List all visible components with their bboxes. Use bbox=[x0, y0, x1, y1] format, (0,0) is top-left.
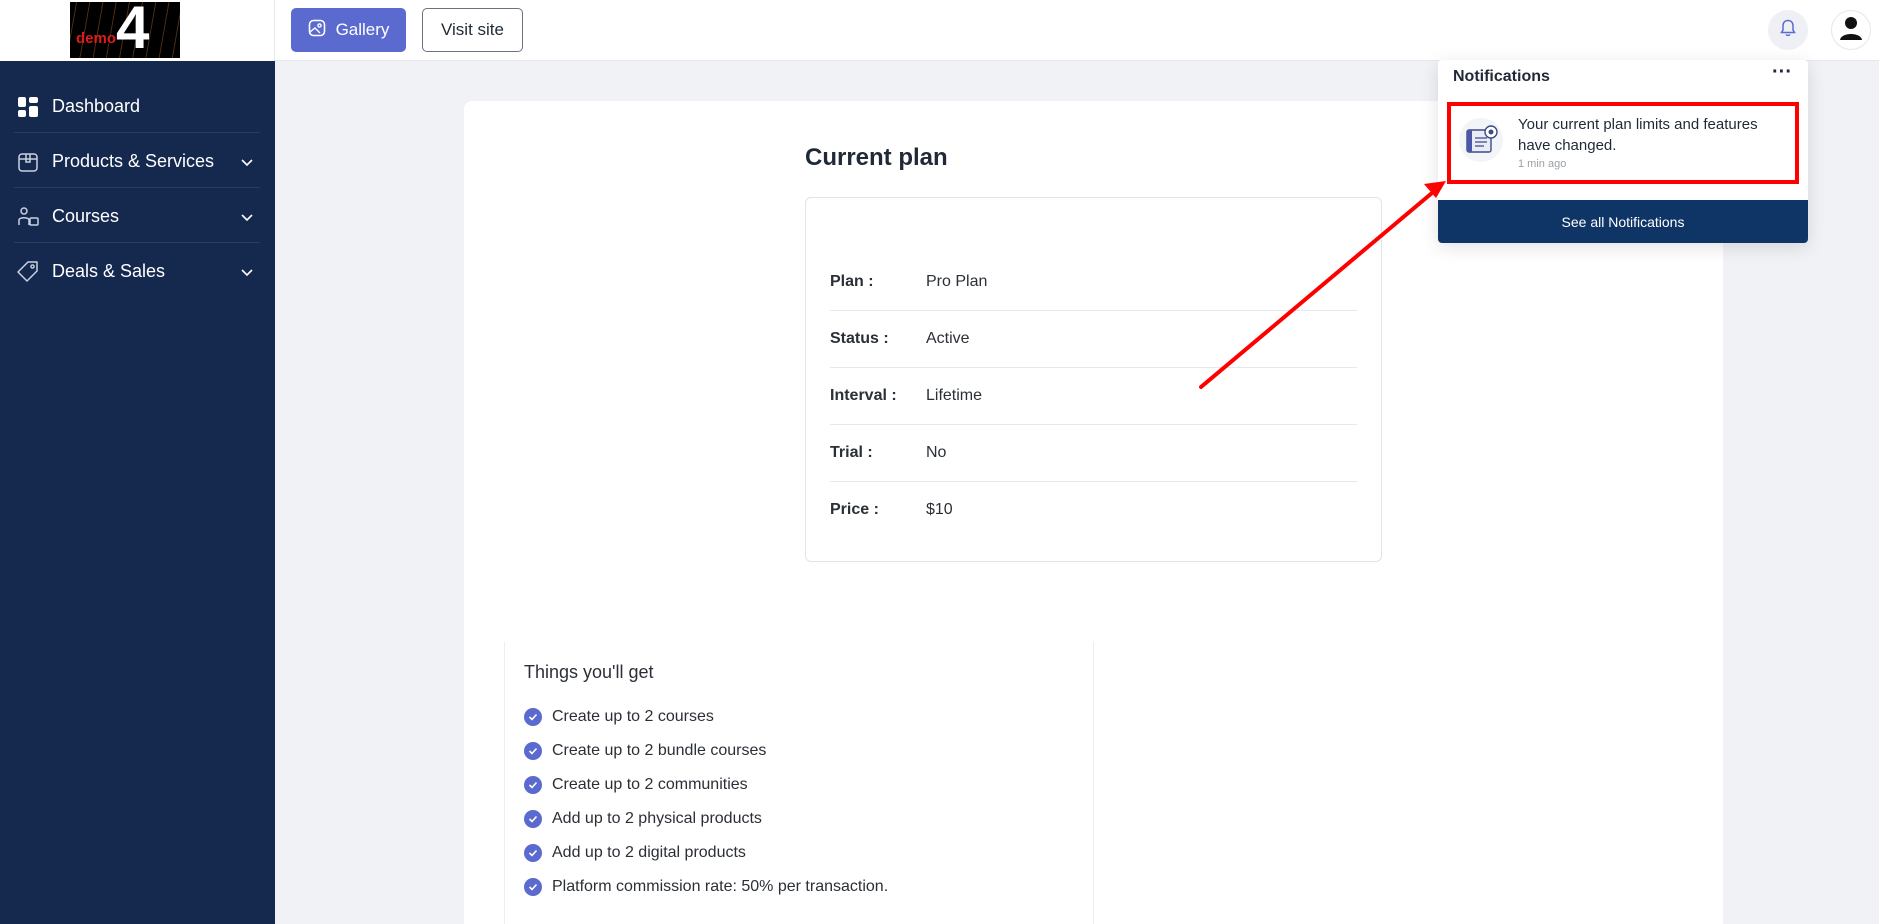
user-avatar-button[interactable] bbox=[1831, 10, 1871, 50]
plan-row: Interval : Lifetime bbox=[830, 368, 1357, 425]
chevron-down-icon bbox=[239, 209, 255, 225]
see-all-label: See all Notifications bbox=[1561, 213, 1685, 230]
notification-time: 1 min ago bbox=[1518, 158, 1567, 170]
chevron-down-icon bbox=[239, 154, 255, 170]
logo-text-big: 4 bbox=[116, 2, 150, 58]
plan-row: Plan : Pro Plan bbox=[830, 254, 1357, 311]
plan-row-key: Interval : bbox=[830, 387, 897, 404]
plan-row: Price : $10 bbox=[830, 482, 1357, 539]
chevron-down-icon bbox=[239, 264, 255, 280]
box-icon bbox=[16, 150, 40, 174]
sidebar-item-label: Courses bbox=[52, 206, 120, 226]
page-title: Current plan bbox=[805, 144, 948, 171]
sidebar-item-label: Dashboard bbox=[52, 96, 141, 116]
check-circle-icon bbox=[524, 810, 542, 828]
plan-row-value: $10 bbox=[926, 501, 953, 518]
visit-site-label: Visit site bbox=[441, 20, 504, 39]
gallery-icon bbox=[308, 19, 326, 42]
visit-site-button[interactable]: Visit site bbox=[422, 8, 523, 52]
check-circle-icon bbox=[524, 742, 542, 760]
plan-row-key: Plan : bbox=[830, 273, 874, 290]
feature-item: Add up to 2 digital products bbox=[524, 842, 746, 864]
sidebar-item-courses[interactable]: Courses bbox=[0, 188, 275, 243]
courses-icon bbox=[16, 205, 40, 229]
plan-row-value: Active bbox=[926, 330, 970, 347]
sidebar-item-deals-sales[interactable]: Deals & Sales bbox=[0, 243, 275, 298]
gallery-button[interactable]: Gallery bbox=[291, 8, 406, 52]
feature-text: Add up to 2 physical products bbox=[552, 810, 762, 827]
check-circle-icon bbox=[524, 878, 542, 896]
sidebar-item-label: Deals & Sales bbox=[52, 261, 166, 281]
feature-text: Create up to 2 courses bbox=[552, 708, 714, 725]
plan-details-box: Plan : Pro Plan Status : Active Interval… bbox=[805, 197, 1382, 562]
notification-item[interactable]: Your current plan limits and features ha… bbox=[1447, 102, 1799, 184]
notifications-title: Notifications bbox=[1453, 68, 1550, 85]
plan-row-key: Trial : bbox=[830, 444, 873, 461]
sidebar: Dashboard Products & Services Courses De… bbox=[0, 61, 275, 924]
plan-row: Status : Active bbox=[830, 311, 1357, 368]
user-icon bbox=[1836, 13, 1866, 48]
plan-row: Trial : No bbox=[830, 425, 1357, 482]
sidebar-item-dashboard[interactable]: Dashboard bbox=[0, 78, 275, 133]
gallery-label: Gallery bbox=[335, 20, 390, 39]
sidebar-item-products-services[interactable]: Products & Services bbox=[0, 133, 275, 188]
logo[interactable]: demo 4 bbox=[70, 2, 180, 58]
plan-row-value: Lifetime bbox=[926, 387, 983, 404]
top-bar: demo 4 Gallery Visit site bbox=[0, 0, 1879, 61]
check-circle-icon bbox=[524, 708, 542, 726]
feature-text: Platform commission rate: 50% per transa… bbox=[552, 878, 889, 895]
sidebar-item-label: Products & Services bbox=[52, 151, 215, 171]
plan-row-value: No bbox=[926, 444, 947, 461]
notification-text: Your current plan limits and features ha… bbox=[1518, 116, 1758, 154]
bell-icon bbox=[1778, 18, 1798, 43]
plan-row-key: Status : bbox=[830, 330, 889, 347]
notification-thumbnail bbox=[1459, 118, 1503, 162]
feature-item: Create up to 2 bundle courses bbox=[524, 740, 766, 762]
logo-text-small: demo bbox=[76, 30, 117, 47]
features-title: Things you'll get bbox=[524, 662, 654, 682]
feature-item: Platform commission rate: 50% per transa… bbox=[524, 876, 888, 898]
check-circle-icon bbox=[524, 844, 542, 862]
tag-icon bbox=[16, 260, 40, 284]
plan-row-value: Pro Plan bbox=[926, 273, 988, 290]
feature-text: Create up to 2 bundle courses bbox=[552, 742, 767, 759]
logo-area: demo 4 bbox=[0, 0, 275, 61]
feature-item: Create up to 2 communities bbox=[524, 774, 748, 796]
feature-text: Create up to 2 communities bbox=[552, 776, 748, 793]
features-panel: Things you'll get Create up to 2 courses… bbox=[504, 642, 1094, 924]
feature-text: Add up to 2 digital products bbox=[552, 844, 746, 861]
dashboard-grid-icon bbox=[16, 95, 40, 119]
plan-row-key: Price : bbox=[830, 501, 879, 518]
more-options-button[interactable]: ··· bbox=[1768, 62, 1796, 86]
check-circle-icon bbox=[524, 776, 542, 794]
feature-item: Create up to 2 courses bbox=[524, 706, 714, 728]
plan-document-icon bbox=[1466, 125, 1498, 153]
feature-item: Add up to 2 physical products bbox=[524, 808, 762, 830]
notifications-button[interactable] bbox=[1768, 10, 1808, 50]
see-all-notifications-button[interactable]: See all Notifications bbox=[1438, 200, 1808, 243]
notifications-dropdown: Notifications ··· Your current plan limi… bbox=[1438, 60, 1808, 243]
